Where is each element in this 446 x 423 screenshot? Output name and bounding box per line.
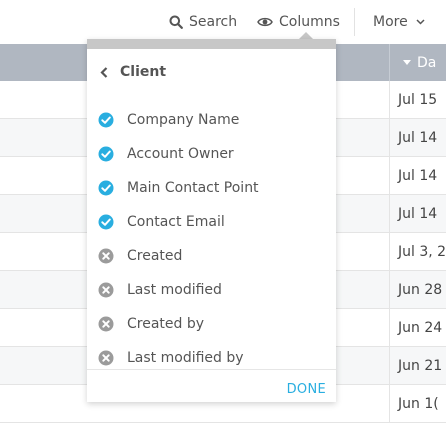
- column-option-list: Company Name Account Owner Main Contact Po…: [87, 103, 336, 375]
- check-circle-icon: [98, 146, 114, 162]
- date-cell: Jul 15: [389, 81, 446, 118]
- chevron-down-icon: [416, 19, 425, 25]
- column-option[interactable]: Last modified: [87, 273, 336, 307]
- date-cell: Jun 21: [389, 347, 446, 384]
- date-cell: Jun 28: [389, 271, 446, 308]
- search-label: Search: [189, 14, 238, 30]
- date-cell: Jul 14: [389, 119, 446, 156]
- more-label: More: [373, 14, 408, 30]
- date-column-header[interactable]: Da: [389, 44, 446, 81]
- column-option[interactable]: Account Owner: [87, 137, 336, 171]
- eye-icon: [257, 16, 273, 28]
- check-circle-icon: [98, 214, 114, 230]
- back-to-categories[interactable]: Client: [87, 59, 166, 85]
- date-cell: Jun 24: [389, 309, 446, 346]
- column-option-label: Company Name: [127, 112, 240, 128]
- column-option[interactable]: Contact Email: [87, 205, 336, 239]
- x-circle-icon: [98, 316, 114, 332]
- columns-dropdown: Client Company Name Account Owner Main Con…: [87, 39, 336, 402]
- date-cell: Jun 1(: [389, 385, 446, 422]
- search-button[interactable]: Search: [169, 0, 237, 44]
- sort-caret-icon: [403, 60, 411, 65]
- date-cell: Jul 3, 2: [389, 233, 446, 270]
- date-cell: Jul 14: [389, 195, 446, 232]
- x-circle-icon: [98, 282, 114, 298]
- column-option-label: Main Contact Point: [127, 180, 259, 196]
- done-button[interactable]: DONE: [287, 382, 326, 397]
- check-circle-icon: [98, 112, 114, 128]
- search-icon: [169, 15, 183, 29]
- column-option[interactable]: Created: [87, 239, 336, 273]
- x-circle-icon: [98, 350, 114, 366]
- date-header-label: Da: [417, 54, 437, 71]
- column-option-label: Created by: [127, 316, 205, 332]
- column-option-label: Contact Email: [127, 214, 225, 230]
- toolbar: Search Columns More: [0, 0, 446, 44]
- column-option-label: Last modified by: [127, 350, 244, 366]
- more-button[interactable]: More: [373, 0, 425, 44]
- check-circle-icon: [98, 180, 114, 196]
- column-option[interactable]: Company Name: [87, 103, 336, 137]
- column-option[interactable]: Created by: [87, 307, 336, 341]
- column-option[interactable]: Main Contact Point: [87, 171, 336, 205]
- date-cell: Jul 14: [389, 157, 446, 194]
- column-option-label: Account Owner: [127, 146, 234, 162]
- x-circle-icon: [98, 248, 114, 264]
- column-option-label: Last modified: [127, 282, 222, 298]
- dropdown-footer: DONE: [87, 369, 336, 412]
- dropdown-title: Client: [120, 64, 167, 80]
- toolbar-divider: [354, 8, 355, 36]
- columns-label: Columns: [279, 14, 340, 30]
- column-option-label: Created: [127, 248, 183, 264]
- chevron-left-icon: [100, 66, 108, 78]
